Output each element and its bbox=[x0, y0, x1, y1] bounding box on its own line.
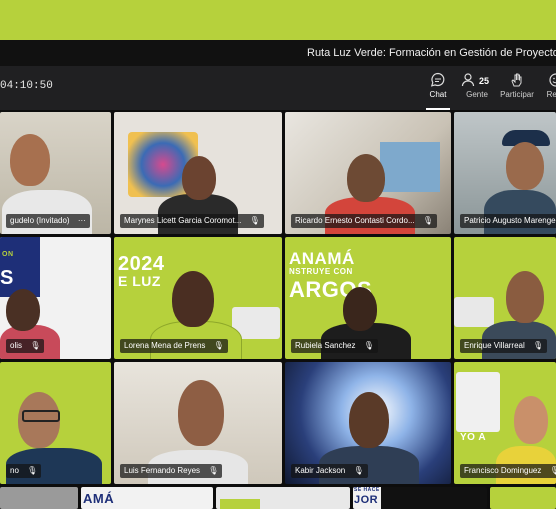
top-green-border bbox=[0, 0, 556, 40]
background-text: E LUZ bbox=[118, 273, 161, 289]
background-text: AMÁ bbox=[83, 491, 115, 506]
background-text: NSTRUYE CON bbox=[289, 267, 353, 276]
react-label: Reac bbox=[546, 90, 556, 99]
microphone-muted-icon: 🎙 bbox=[30, 341, 41, 350]
people-icon bbox=[461, 73, 475, 87]
participant-tile[interactable]: Ricardo Ernesto Contasti Cordo... 🎙 bbox=[285, 112, 451, 234]
people-label: Gente bbox=[466, 90, 488, 99]
participant-tile[interactable]: SE HACE JOR bbox=[353, 487, 487, 509]
more-options-icon[interactable]: ··· bbox=[78, 214, 86, 228]
background-text: YO A bbox=[460, 432, 487, 443]
microphone-muted-icon: 🎙 bbox=[363, 341, 374, 350]
microphone-muted-icon: 🎙 bbox=[549, 466, 556, 475]
participant-tile[interactable]: S ON olis 🎙 bbox=[0, 237, 111, 359]
participate-button[interactable]: Participar bbox=[495, 70, 539, 106]
participant-name: gudelo (Invitado) ··· bbox=[6, 214, 90, 228]
participant-name: Enrique Villarreal 🎙 bbox=[460, 339, 548, 353]
chat-button[interactable]: Chat bbox=[416, 70, 460, 110]
people-count: 25 bbox=[479, 76, 490, 86]
participant-name: no 🎙 bbox=[6, 464, 42, 478]
participant-tile[interactable] bbox=[0, 487, 78, 509]
raise-hand-icon bbox=[511, 73, 522, 87]
participant-tile[interactable]: AMÁ bbox=[81, 487, 213, 509]
participate-label: Participar bbox=[500, 90, 534, 99]
microphone-muted-icon: 🎙 bbox=[533, 341, 544, 350]
microphone-muted-icon: 🎙 bbox=[213, 341, 224, 350]
microphone-muted-icon: 🎙 bbox=[27, 466, 38, 475]
chat-label: Chat bbox=[429, 90, 447, 99]
microphone-muted-icon: 🎙 bbox=[422, 216, 433, 225]
chat-icon bbox=[430, 72, 445, 87]
participant-name: Patricio Augusto Marenge bbox=[460, 214, 556, 228]
participant-name: Marynes Licett Garcia Coromot... 🎙 bbox=[120, 214, 264, 228]
participant-name: Luis Fernando Reyes 🎙 bbox=[120, 464, 223, 478]
participant-name: Francisco Dominguez 🎙 bbox=[460, 464, 556, 478]
participant-name: Kabir Jackson 🎙 bbox=[291, 464, 368, 478]
participant-tile[interactable]: 2024 E LUZ Lorena Mena de Prens 🎙 bbox=[114, 237, 282, 359]
background-text: JOR bbox=[354, 494, 379, 506]
participant-tile[interactable]: no 🎙 bbox=[0, 362, 111, 484]
background-text: ON bbox=[2, 251, 14, 258]
background-text: SE HACE bbox=[354, 487, 380, 493]
participant-tile[interactable]: Patricio Augusto Marenge bbox=[454, 112, 556, 234]
participant-tile[interactable]: ANAMÁ NSTRUYE CON ARGOS Rubiela Sanchez … bbox=[285, 237, 451, 359]
meeting-toolbar: 04:10:50 Chat 25 Gente Participar Reac bbox=[0, 66, 556, 110]
participant-tile[interactable]: Enrique Villarreal 🎙 bbox=[454, 237, 556, 359]
meeting-title: Ruta Luz Verde: Formación en Gestión de … bbox=[307, 47, 556, 59]
participant-name: Rubiela Sanchez 🎙 bbox=[291, 339, 378, 353]
microphone-muted-icon: 🎙 bbox=[249, 216, 260, 225]
meeting-timer: 04:10:50 bbox=[0, 80, 53, 92]
participant-name: olis 🎙 bbox=[6, 339, 45, 353]
react-button[interactable]: Reac bbox=[534, 70, 556, 106]
participant-tile[interactable]: Kabir Jackson 🎙 bbox=[285, 362, 451, 484]
participant-name: Lorena Mena de Prens 🎙 bbox=[120, 339, 228, 353]
participant-tile[interactable] bbox=[490, 487, 556, 509]
participant-name: Ricardo Ernesto Contasti Cordo... 🎙 bbox=[291, 214, 437, 228]
participant-tile[interactable] bbox=[216, 487, 350, 509]
participant-tile[interactable]: YO A Francisco Dominguez 🎙 bbox=[454, 362, 556, 484]
participant-tile[interactable]: gudelo (Invitado) ··· bbox=[0, 112, 111, 234]
participant-tile[interactable]: Luis Fernando Reyes 🎙 bbox=[114, 362, 282, 484]
background-text: S bbox=[0, 267, 14, 289]
people-button[interactable]: 25 Gente bbox=[455, 70, 499, 106]
microphone-muted-icon: 🎙 bbox=[353, 466, 364, 475]
meeting-title-bar: Ruta Luz Verde: Formación en Gestión de … bbox=[0, 40, 556, 66]
microphone-muted-icon: 🎙 bbox=[208, 466, 219, 475]
video-grid: gudelo (Invitado) ··· Marynes Licett Gar… bbox=[0, 110, 556, 509]
background-text: ANAMÁ bbox=[289, 249, 355, 268]
react-icon bbox=[549, 73, 556, 87]
participant-tile[interactable]: Marynes Licett Garcia Coromot... 🎙 bbox=[114, 112, 282, 234]
